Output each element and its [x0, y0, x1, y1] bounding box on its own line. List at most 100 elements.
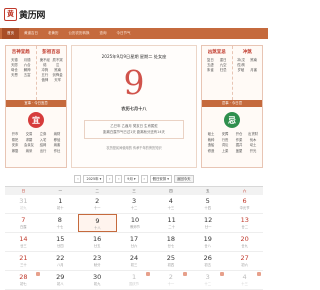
day-number: 10	[130, 216, 140, 224]
calendar-day[interactable]: 4 十三	[152, 195, 189, 213]
ji-bar: 忌事 · 今日忌	[202, 100, 262, 107]
right-panel: 凶煞宜忌 复日 重日 五虚 九空 朱雀 归忌 冲煞 冲(戊戌)狗 煞南 岁破 月害 忌事 · 今…	[201, 45, 263, 168]
chevron-down-icon: ▾	[99, 176, 102, 181]
calendar-day[interactable]: 10 教师节	[117, 214, 154, 232]
lunar-day: 廿七	[167, 244, 175, 248]
calendar-day[interactable]: 30 初九	[79, 271, 116, 289]
calendar-day[interactable]: 15 廿四	[42, 233, 79, 251]
lunar-day: 十一	[93, 206, 101, 210]
today-button[interactable]: 返回今天	[173, 174, 194, 183]
calendar-day[interactable]: 25 初四	[152, 252, 189, 270]
lunar-day: 初九	[93, 282, 101, 286]
calendar-day[interactable]: 11 二十	[153, 214, 190, 232]
calendar-day[interactable]: 23 秋分	[79, 252, 116, 270]
word-item: 煞南	[250, 58, 258, 62]
calendar-day[interactable]: 17 廿六	[116, 233, 153, 251]
lunar-day: 廿三	[20, 244, 27, 248]
nav-item-converter[interactable]: 公历农历转换	[64, 28, 95, 39]
calendar-day[interactable]: 1 初十	[42, 195, 79, 213]
lunar-day: 初五	[204, 263, 212, 267]
day-number: 24	[129, 254, 139, 262]
day-number: 27	[240, 254, 249, 262]
weekday-label: 日	[21, 189, 26, 193]
calendar-day[interactable]: 5 十四	[189, 195, 226, 213]
calendar-day[interactable]: 26 初五	[189, 252, 226, 270]
day-number: 4	[242, 273, 247, 281]
calendar-day[interactable]: 4 十三	[226, 271, 263, 289]
word-item: 岁破	[237, 68, 245, 72]
word-item: 天恩	[10, 73, 18, 77]
holiday-select[interactable]: 假日安排 ▾	[149, 174, 172, 183]
lunar-day: 十一	[167, 282, 175, 286]
calendar-day[interactable]: 3 十二	[116, 195, 153, 213]
word-item: 天牢	[54, 78, 62, 82]
calendar-day[interactable]: 1 国庆节	[116, 271, 153, 289]
calendar-day[interactable]: 31 初九	[5, 195, 42, 213]
calendar-day[interactable]: 7 白露	[5, 214, 42, 232]
calendar-day[interactable]: 12 廿一	[190, 214, 227, 232]
nav-item-almanac[interactable]: 老黄历	[43, 28, 64, 39]
calendar-day[interactable]: 24 初三	[116, 252, 153, 270]
lunar-day: 三十	[20, 263, 27, 267]
calendar-week: 31 初九 1 初十 2 十一 3 十二 4 十三 5 十四 6 中元节	[5, 195, 263, 214]
day-number: 19	[203, 235, 212, 243]
inauspicious-spirits: 凶煞宜忌 复日 重日 五虚 九空 朱雀 归忌	[202, 46, 233, 100]
weekday-label: 三	[132, 189, 136, 193]
lunar-day: 廿一	[204, 225, 212, 229]
prev-month-button[interactable]: ‹	[74, 174, 82, 183]
year-select[interactable]: 2025年 ▾	[83, 174, 105, 183]
weekday-header: 日一二三四五六	[5, 187, 263, 195]
lunar-day: 初七	[20, 282, 27, 286]
calendar-day[interactable]: 3 十二	[189, 271, 226, 289]
weekday-label: 四	[169, 189, 173, 193]
day-number: 8	[57, 216, 62, 224]
calendar-day[interactable]: 14 廿三	[5, 233, 42, 251]
nav-item-search[interactable]: 查询	[95, 28, 112, 39]
word-item: 嫁娶	[11, 148, 19, 153]
inauspicious-spirits-title: 凶煞宜忌	[207, 50, 226, 55]
lunar-day: 初六	[241, 263, 248, 267]
solar-term-line: 距离白露节气已过1天 距离秋分还有14天	[103, 129, 165, 134]
calendar-day[interactable]: 2 十一	[79, 195, 116, 213]
word-item: 盖屋	[235, 148, 243, 153]
lunar-day: 初十	[56, 206, 64, 210]
day-number: 28	[19, 273, 28, 281]
nav-item-lucky-days[interactable]: 黄道吉日	[19, 28, 43, 39]
weekday-label: 五	[205, 189, 210, 193]
day-number: 2	[95, 197, 100, 205]
month-select[interactable]: 9月 ▾	[124, 174, 139, 183]
day-number: 9	[123, 63, 145, 102]
calendar-day[interactable]: 9 十八	[78, 214, 117, 232]
word-item: 庚不经络	[39, 58, 50, 67]
calendar-day[interactable]: 28 初七	[5, 271, 42, 289]
word-item: 归忌	[219, 68, 227, 72]
holiday-select-value: 假日安排	[152, 176, 167, 181]
calendar-day[interactable]: 19 廿八	[189, 233, 226, 251]
calendar-day[interactable]: 21 三十	[5, 252, 42, 270]
calendar-day[interactable]: 22 八月	[42, 252, 79, 270]
lunar-day: 廿六	[130, 244, 138, 248]
nav-item-solar-terms[interactable]: 今日节气	[112, 28, 136, 39]
prev-month-arrow[interactable]: ‹	[115, 174, 123, 183]
site-logo[interactable]: 黄历网	[19, 8, 45, 21]
calendar-day[interactable]: 16 廿五	[79, 233, 116, 251]
calendar-day[interactable]: 27 初六	[226, 252, 263, 270]
day-number: 30	[93, 273, 102, 281]
calendar-day[interactable]: 2 十一	[152, 271, 189, 289]
calendar-day[interactable]: 6 中元节	[226, 195, 263, 213]
calendar-day[interactable]: 8 十七	[42, 214, 79, 232]
nav-item-home[interactable]: 首页	[2, 28, 19, 39]
calendar-day[interactable]: 20 廿九	[226, 233, 263, 251]
lunar-day: 秋分	[93, 263, 101, 267]
month-calendar: 日一二三四五六 31 初九 1 初十 2 十一 3 十二 4 十三 5 十四 6 中元节 7 白露 8 十七 9 十八…	[5, 186, 263, 290]
next-year-button[interactable]: ›	[106, 174, 114, 183]
day-number: 11	[167, 216, 176, 224]
calendar-day[interactable]: 29 初八	[42, 271, 79, 289]
calendar-day[interactable]: 13 廿二	[226, 214, 263, 232]
day-number: 13	[240, 216, 249, 224]
lunar-day: 八月	[56, 263, 64, 267]
calendar-day[interactable]: 18 廿七	[152, 233, 189, 251]
lunar-day: 廿八	[204, 244, 212, 248]
logo-icon[interactable]: 黄	[4, 7, 17, 21]
next-month-button[interactable]: ›	[140, 174, 148, 183]
